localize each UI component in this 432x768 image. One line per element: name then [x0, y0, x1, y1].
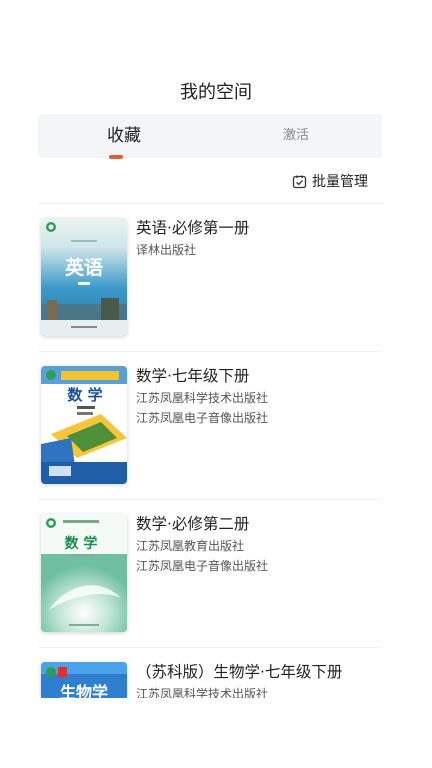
book-item[interactable]: 数 学 数学·七年级下册 江苏凤凰科学技术出版社 江苏凤凰电子音像出版社 [38, 352, 382, 500]
cover-label: 数 学 [67, 386, 102, 404]
cover-label: 英语 [65, 256, 103, 279]
active-tab-indicator [109, 155, 123, 159]
book-title: （苏科版）生物学·七年级下册 [136, 663, 343, 681]
book-publisher: 江苏凤凰教育出版社 [136, 539, 245, 553]
book-item[interactable]: 生物学 （苏科版）生物学·七年级下册 江苏凤凰科学技术出版社 [38, 648, 382, 698]
page-title: 我的空间 [180, 82, 252, 103]
tab-favorites[interactable]: 收藏 [38, 114, 210, 158]
book-publisher: 江苏凤凰科学技术出版社 [136, 687, 269, 698]
book-item[interactable]: 数 学 数学·必修第二册 江苏凤凰教育出版社 江苏凤凰电子音像出版社 [38, 500, 382, 648]
book-list: 英语 英语·必修第一册 译林出版社 数 学 数学·七年级下册 江苏凤凰科学技术出… [38, 204, 382, 698]
cover-label: 生物学 [60, 683, 108, 698]
tab-activated[interactable]: 激活 [210, 114, 382, 158]
book-title: 英语·必修第一册 [136, 219, 250, 237]
cover-label: 数 学 [65, 535, 98, 552]
batch-manage-label: 批量管理 [312, 174, 368, 190]
checklist-icon [292, 174, 307, 189]
book-cover[interactable]: 数 学 [41, 366, 127, 484]
book-title: 数学·必修第二册 [136, 515, 250, 533]
book-item[interactable]: 英语 英语·必修第一册 译林出版社 [38, 204, 382, 352]
book-publisher: 江苏凤凰电子音像出版社 [136, 559, 269, 573]
book-cover[interactable]: 数 学 [41, 514, 127, 632]
book-publisher: 江苏凤凰电子音像出版社 [136, 411, 269, 425]
book-publisher: 江苏凤凰科学技术出版社 [136, 391, 269, 405]
book-cover[interactable]: 生物学 [41, 662, 127, 698]
tab-bar: 收藏 激活 [38, 114, 382, 158]
book-cover[interactable]: 英语 [41, 218, 127, 336]
book-publisher: 译林出版社 [136, 243, 197, 257]
batch-manage-button[interactable]: 批量管理 [292, 171, 368, 191]
book-title: 数学·七年级下册 [136, 367, 250, 385]
